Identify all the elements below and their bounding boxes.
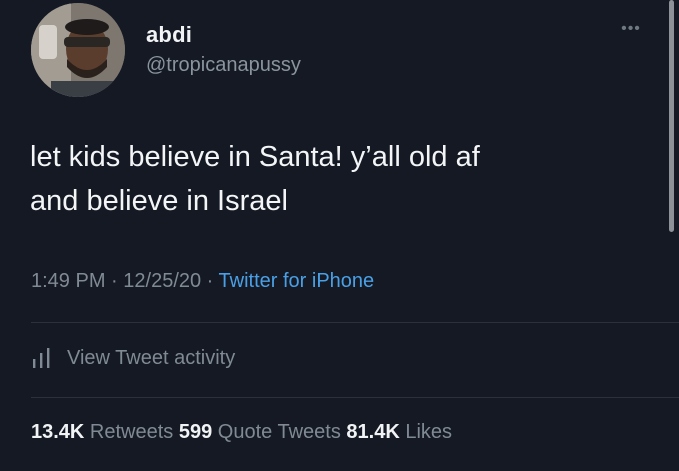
quote-tweets-label: Quote Tweets — [212, 421, 341, 443]
view-activity-label: View Tweet activity — [67, 346, 236, 369]
avatar-photo — [31, 3, 125, 97]
likes-stat[interactable]: 81.4K Likes — [346, 421, 452, 443]
tweet-text: let kids believe in Santa! y’all old af … — [30, 141, 480, 217]
tweet-date[interactable]: 12/25/20 — [123, 270, 201, 292]
tweet-detail-screen: abdi @tropicanapussy ••• let kids believ… — [0, 0, 679, 471]
scrollbar[interactable] — [669, 0, 674, 232]
retweets-stat[interactable]: 13.4K Retweets — [31, 421, 173, 443]
likes-label: Likes — [399, 421, 453, 443]
tweet-source-link[interactable]: Twitter for iPhone — [219, 270, 375, 292]
likes-count: 81.4K — [346, 421, 400, 443]
tweet-stats: 13.4K Retweets 599 Quote Tweets 81.4K Li… — [31, 421, 452, 444]
quote-tweets-stat[interactable]: 599 Quote Tweets — [179, 421, 341, 443]
retweets-label: Retweets — [84, 421, 174, 443]
bar-chart-icon — [33, 348, 50, 368]
divider — [31, 322, 679, 323]
divider — [31, 397, 679, 398]
meta-separator: · — [105, 270, 124, 292]
author-display-name[interactable]: abdi — [146, 22, 192, 48]
quote-tweets-count: 599 — [178, 421, 213, 443]
more-horizontal-icon[interactable]: ••• — [618, 21, 644, 37]
author-handle[interactable]: @tropicanapussy — [146, 54, 301, 77]
avatar[interactable] — [31, 3, 125, 97]
meta-separator: · — [201, 270, 219, 292]
retweets-count: 13.4K — [31, 421, 85, 443]
tweet-metadata: 1:49 PM · 12/25/20 · Twitter for iPhone — [31, 270, 374, 293]
tweet-time[interactable]: 1:49 PM — [31, 270, 105, 292]
view-activity-link[interactable]: View Tweet activity — [31, 344, 235, 372]
